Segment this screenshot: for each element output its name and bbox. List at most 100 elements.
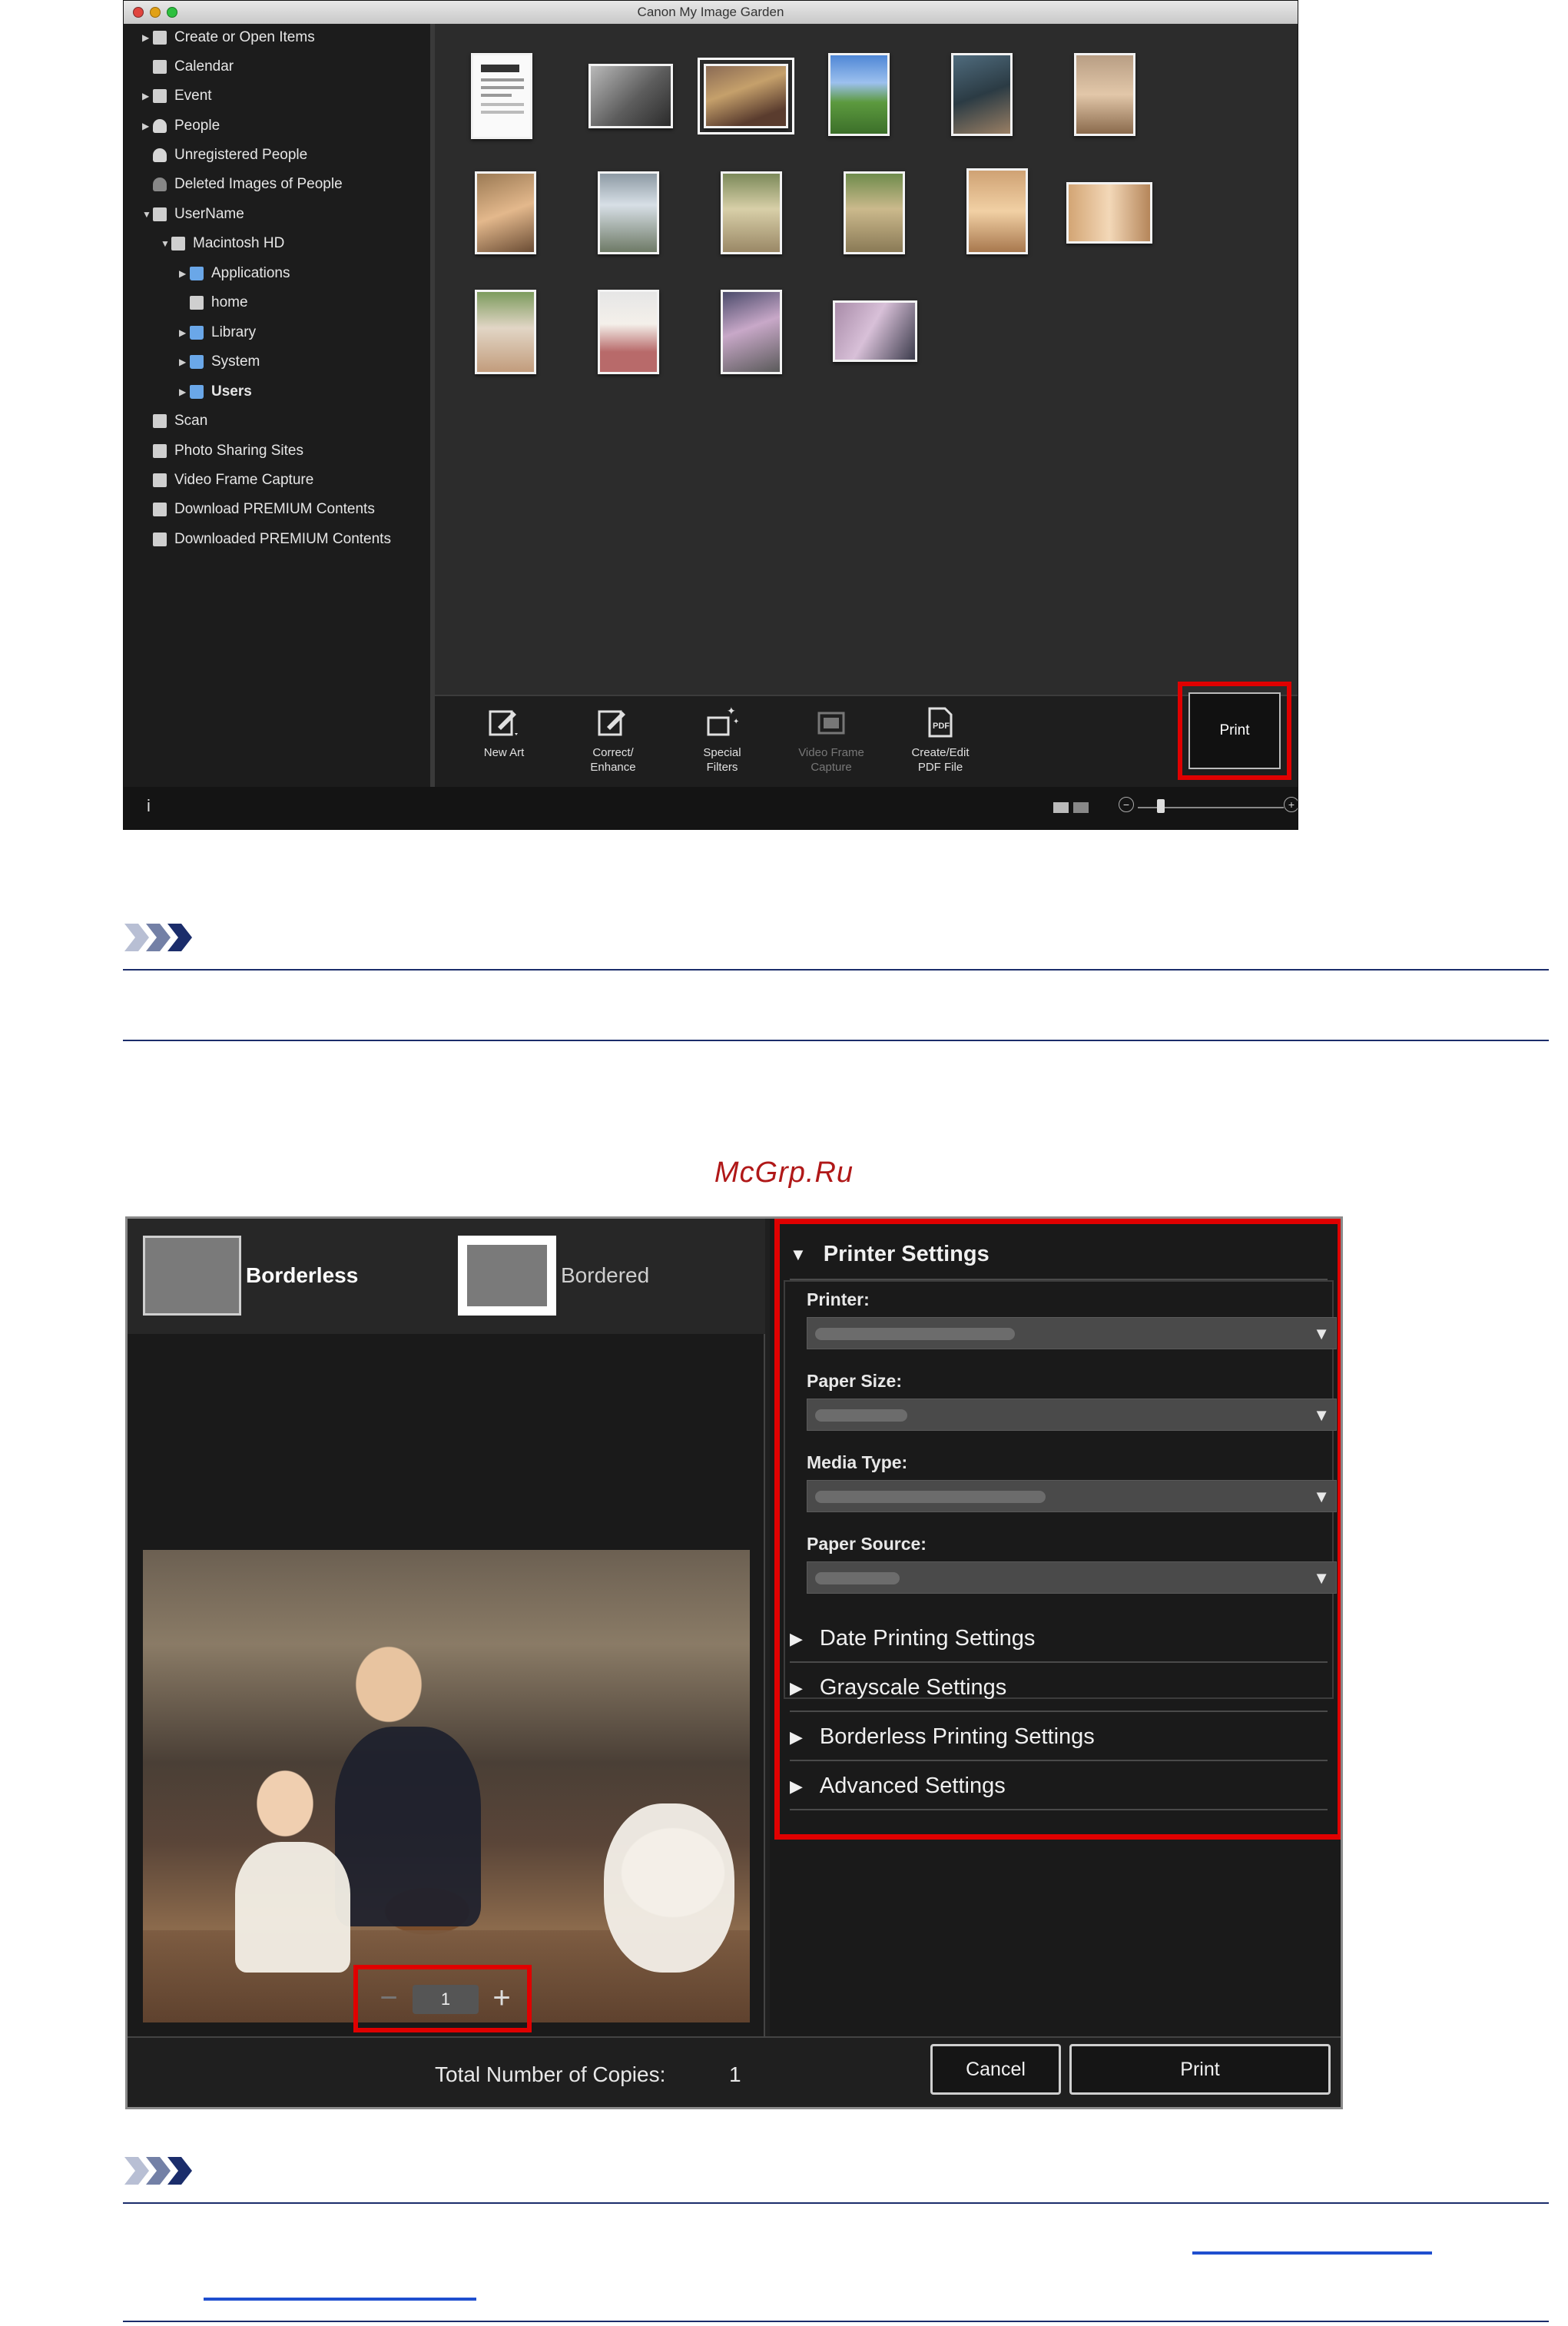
cancel-button[interactable]: Cancel [930,2044,1061,2095]
sidebar-item-label: Video Frame Capture [174,472,314,488]
sidebar-item-calendar[interactable]: Calendar [142,53,234,81]
image-thumbnail[interactable] [721,290,782,374]
person-icon [153,119,167,133]
layout-borderless-option[interactable]: Borderless [143,1236,358,1316]
image-thumbnail[interactable] [844,171,905,254]
sidebar-item-label: Create or Open Items [174,29,315,45]
sidebar-item-people[interactable]: ▶ People [142,112,220,140]
print-preview [128,1334,765,2036]
note-icon [124,2157,192,2185]
copies-stepper-highlight [353,1965,532,2032]
image-thumbnail-selected[interactable] [698,58,794,134]
zoom-out-icon[interactable]: − [1119,797,1134,812]
sidebar-item-home[interactable]: home [179,289,248,317]
layout-bordered-label: Bordered [561,1263,650,1287]
sidebar-item-scan[interactable]: Scan [142,407,207,435]
create-edit-pdf-button[interactable]: PDF Create/Edit PDF File [894,704,986,775]
image-thumbnail[interactable] [588,64,673,128]
sidebar-item-unregistered-people[interactable]: Unregistered People [142,141,307,169]
new-art-icon [489,710,518,736]
image-thumbnail[interactable] [475,290,536,374]
layout-bordered-option[interactable]: Bordered [458,1236,649,1316]
sidebar-item-event[interactable]: ▶ Event [142,82,212,110]
downloaded-folder-icon [153,533,167,546]
disclosure-triangle-icon[interactable]: ▶ [179,327,190,338]
image-thumbnail[interactable] [471,53,532,139]
sidebar-item-deleted-images-of-people[interactable]: Deleted Images of People [142,171,343,198]
sidebar: ▶ Create or Open Items Calendar ▶ Event … [124,24,435,787]
svg-text:PDF: PDF [933,722,950,731]
image-thumbnail[interactable] [475,171,536,254]
video-frame-icon [153,473,167,487]
sidebar-item-label: home [211,294,248,310]
sidebar-item-label: Downloaded PREMIUM Contents [174,531,391,547]
preview-photo-girl [235,1842,350,1973]
view-mode-icon[interactable] [1053,801,1090,815]
print-dialog: Borderless Bordered ▼ Printer Settings P… [125,1216,1343,2109]
sidebar-item-label: Applications [211,265,290,281]
note-link[interactable] [1192,2251,1432,2255]
zoom-slider-handle[interactable] [1157,799,1165,813]
image-thumbnail[interactable] [598,290,659,374]
image-thumbnail[interactable] [966,168,1028,254]
unregistered-person-icon [153,148,167,162]
correct-enhance-button[interactable]: Correct/ Enhance [567,704,659,775]
image-thumbnail[interactable] [598,171,659,254]
sidebar-item-macintosh-hd[interactable]: ▼ Macintosh HD [161,230,284,257]
layout-selector: Borderless Bordered [128,1219,765,1336]
disclosure-triangle-expanded-icon[interactable]: ▼ [161,238,171,249]
tool-label: Special [703,746,741,759]
create-items-icon [153,31,167,45]
image-thumbnail[interactable] [721,171,782,254]
sidebar-item-username[interactable]: ▼ UserName [142,201,244,228]
svg-text:✦: ✦ [733,718,739,726]
sidebar-item-download-premium-contents[interactable]: Download PREMIUM Contents [142,496,375,523]
sidebar-item-label: Download PREMIUM Contents [174,501,375,517]
image-thumbnail[interactable] [951,53,1013,136]
image-thumbnail[interactable] [828,53,890,136]
sidebar-item-video-frame-capture[interactable]: Video Frame Capture [142,466,313,494]
svg-text:✦: ✦ [727,705,736,717]
sidebar-item-label: Scan [174,413,208,429]
sidebar-item-create-or-open-items[interactable]: ▶ Create or Open Items [142,24,315,51]
note-divider [123,2321,1549,2322]
action-toolbar: New Art Correct/ Enhance ✦ ✦ Special Filt… [435,695,1298,787]
special-filters-button[interactable]: ✦ ✦ Special Filters [676,704,768,775]
image-thumbnail[interactable] [1066,182,1152,244]
sidebar-item-system[interactable]: ▶ System [179,348,260,376]
note-link[interactable] [204,2298,476,2301]
image-thumbnail[interactable] [833,300,917,362]
note-divider [123,969,1549,971]
new-art-button[interactable]: New Art [458,704,550,760]
sidebar-item-photo-sharing-sites[interactable]: Photo Sharing Sites [142,437,303,465]
folder-icon [190,385,204,399]
tool-label: Filters [706,761,738,774]
print-button[interactable]: Print [1069,2044,1331,2095]
pdf-file-icon: PDF [928,707,953,738]
sidebar-item-applications[interactable]: ▶ Applications [179,260,290,287]
total-copies-value: 1 [729,2062,741,2086]
note-divider [123,2202,1549,2204]
borderless-layout-icon [143,1236,241,1316]
video-frame-capture-button[interactable]: Video Frame Capture [785,704,877,775]
image-thumbnail[interactable] [1074,53,1135,136]
calendar-icon [153,60,167,74]
disclosure-triangle-icon[interactable]: ▶ [142,91,153,101]
info-icon[interactable]: i [147,796,151,816]
disclosure-triangle-icon[interactable]: ▶ [142,32,153,43]
sidebar-item-label: UserName [174,206,244,222]
sidebar-item-label: People [174,118,220,134]
disclosure-triangle-icon[interactable]: ▶ [179,357,190,367]
folder-icon [190,326,204,340]
home-icon [190,296,204,310]
disclosure-triangle-expanded-icon[interactable]: ▼ [142,209,153,220]
image-grid [435,24,1298,695]
sidebar-item-downloaded-premium-contents[interactable]: Downloaded PREMIUM Contents [142,526,391,553]
sidebar-item-library[interactable]: ▶ Library [179,319,256,347]
zoom-in-icon[interactable]: + [1284,797,1298,812]
disclosure-triangle-icon[interactable]: ▶ [179,387,190,397]
disclosure-triangle-icon[interactable]: ▶ [142,121,153,131]
sidebar-item-label: Event [174,88,212,104]
disclosure-triangle-icon[interactable]: ▶ [179,268,190,279]
sidebar-item-users[interactable]: ▶ Users [179,378,252,406]
